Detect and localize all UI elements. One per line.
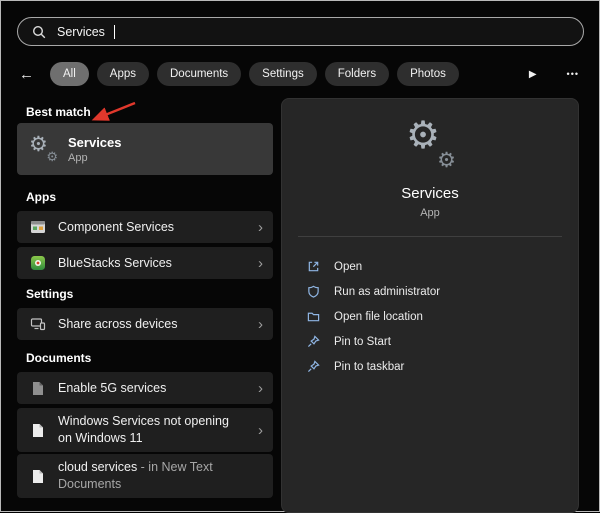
best-match-title: Services — [68, 135, 122, 150]
action-label: Pin to Start — [334, 336, 391, 348]
tab-label: Folders — [338, 68, 376, 80]
action-run-as-administrator[interactable]: Run as administrator — [282, 279, 578, 304]
tab-all[interactable]: All — [50, 62, 89, 86]
chevron-right-icon[interactable]: › — [258, 317, 263, 332]
shield-icon — [304, 285, 322, 298]
tab-label: All — [63, 68, 76, 80]
back-arrow-icon[interactable]: ← — [19, 66, 34, 83]
best-match-result-services[interactable]: ⚙ ⚙ Services App — [17, 123, 273, 175]
result-enable-5g-services[interactable]: Enable 5G services › — [17, 372, 273, 404]
best-match-text: Services App — [68, 135, 122, 164]
documents-header: Documents — [26, 351, 91, 365]
filter-tabs: ← All Apps Documents Settings Folders Ph… — [19, 60, 585, 88]
result-title: BlueStacks Services — [58, 256, 172, 270]
result-title: cloud services - in New Text Documents — [58, 459, 236, 493]
search-window: Services ← All Apps Documents Settings F… — [0, 0, 600, 512]
preview-title: Services — [282, 185, 578, 202]
search-bar[interactable]: Services — [17, 17, 584, 46]
chevron-right-icon[interactable]: › — [258, 256, 263, 271]
component-services-icon — [29, 220, 47, 234]
best-match-subtitle: App — [68, 152, 122, 164]
apps-header: Apps — [26, 190, 56, 204]
result-title: Component Services — [58, 220, 174, 234]
action-label: Pin to taskbar — [334, 361, 404, 373]
action-label: Run as administrator — [334, 286, 440, 298]
tab-apps[interactable]: Apps — [97, 62, 149, 86]
action-label: Open file location — [334, 311, 423, 323]
preview-panel: ⚙ ⚙ Services App Open — [281, 98, 579, 513]
tab-photos[interactable]: Photos — [397, 62, 459, 86]
result-share-across-devices[interactable]: Share across devices › — [17, 308, 273, 340]
result-title: Windows Services not opening on Windows … — [58, 413, 236, 447]
chevron-right-icon[interactable]: › — [258, 381, 263, 396]
document-icon — [29, 423, 47, 438]
tab-settings[interactable]: Settings — [249, 62, 317, 86]
result-bluestacks-services[interactable]: BlueStacks Services › — [17, 247, 273, 279]
action-pin-to-taskbar[interactable]: Pin to taskbar — [282, 354, 578, 379]
preview-subtitle: App — [282, 207, 578, 219]
chevron-right-icon[interactable]: › — [258, 423, 263, 438]
share-across-devices-icon — [29, 317, 47, 331]
services-gear-icon-large: ⚙ ⚙ — [404, 119, 456, 171]
text-cursor — [114, 25, 115, 39]
document-icon — [29, 469, 47, 484]
result-cloud-services-doc[interactable]: cloud services - in New Text Documents — [17, 454, 273, 498]
action-label: Open — [334, 261, 362, 273]
divider — [298, 236, 562, 237]
tab-label: Settings — [262, 68, 304, 80]
action-open[interactable]: Open — [282, 254, 578, 279]
search-icon — [30, 25, 48, 39]
pin-icon — [304, 335, 322, 348]
search-input[interactable]: Services — [57, 25, 105, 39]
tab-label: Apps — [110, 68, 136, 80]
settings-header: Settings — [26, 287, 73, 301]
services-gear-icon: ⚙ ⚙ — [29, 135, 57, 163]
play-icon[interactable]: ▶ — [529, 69, 537, 80]
document-icon — [29, 381, 47, 396]
tab-documents[interactable]: Documents — [157, 62, 241, 86]
tab-label: Photos — [410, 68, 446, 80]
preview-app-icon-wrap: ⚙ ⚙ — [282, 119, 578, 171]
result-windows-services-doc[interactable]: Windows Services not opening on Windows … — [17, 408, 273, 452]
result-title: Enable 5G services — [58, 381, 166, 395]
tab-folders[interactable]: Folders — [325, 62, 389, 86]
tab-label: Documents — [170, 68, 228, 80]
bluestacks-icon — [29, 255, 47, 271]
open-icon — [304, 260, 322, 273]
chevron-right-icon[interactable]: › — [258, 220, 263, 235]
preview-actions: Open Run as administrator Open file loca… — [282, 254, 578, 379]
action-open-file-location[interactable]: Open file location — [282, 304, 578, 329]
result-component-services[interactable]: Component Services › — [17, 211, 273, 243]
result-title-main: cloud services — [58, 460, 137, 474]
best-match-header: Best match — [26, 105, 91, 119]
more-options-icon[interactable]: ••• — [567, 69, 579, 79]
pin-icon — [304, 360, 322, 373]
folder-icon — [304, 310, 322, 323]
result-title: Share across devices — [58, 317, 178, 331]
action-pin-to-start[interactable]: Pin to Start — [282, 329, 578, 354]
